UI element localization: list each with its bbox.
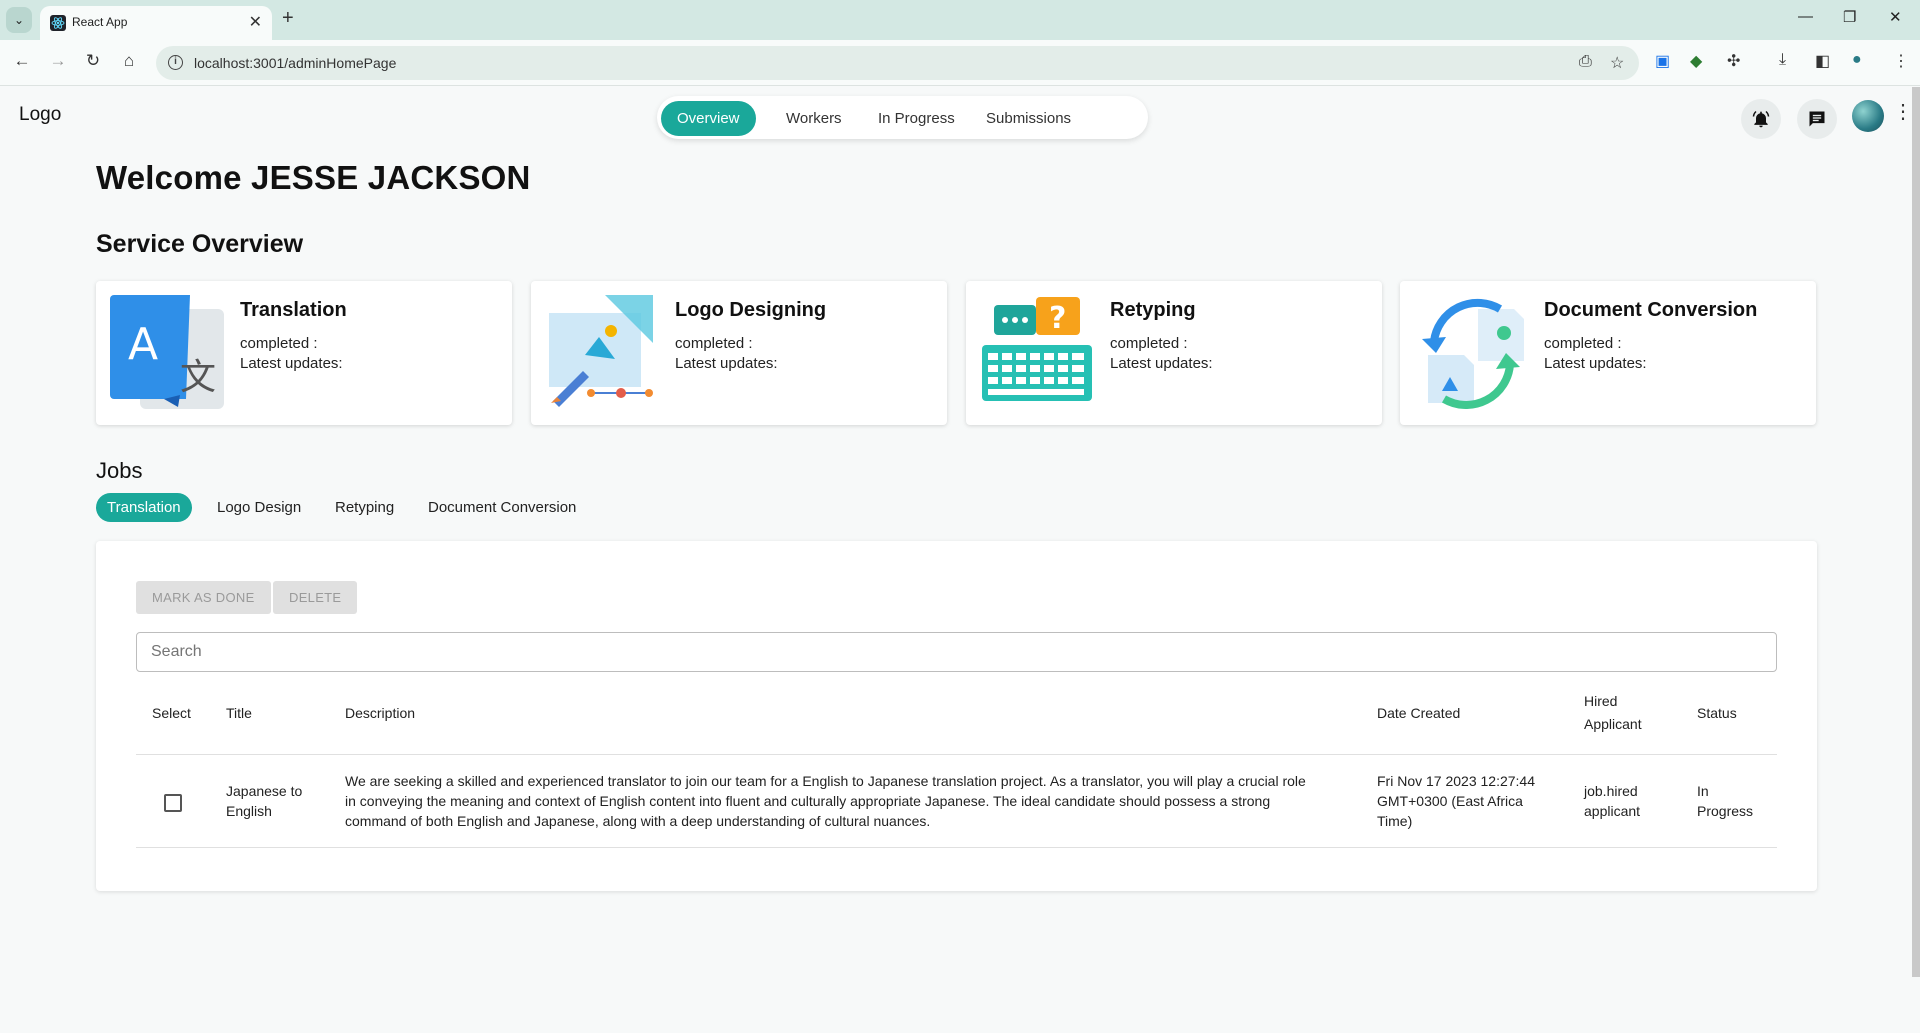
card-title: Retyping: [1110, 299, 1196, 321]
window-close-icon[interactable]: ✕: [1889, 8, 1902, 26]
profile-avatar-icon[interactable]: ●: [1852, 51, 1862, 69]
translate-extension-icon[interactable]: ▣: [1655, 51, 1670, 71]
search-input[interactable]: [136, 632, 1777, 672]
new-tab-button[interactable]: +: [282, 7, 294, 30]
side-panel-icon[interactable]: ◧: [1815, 51, 1830, 71]
url-text[interactable]: localhost:3001/adminHomePage: [194, 55, 396, 71]
job-tab-retyping[interactable]: Retyping: [324, 493, 405, 522]
browser-tab[interactable]: React App ✕: [40, 6, 272, 40]
card-completed: completed :: [1544, 335, 1622, 352]
job-tab-translation[interactable]: Translation: [96, 493, 192, 522]
card-latest-updates: Latest updates:: [1110, 355, 1213, 372]
svg-text:?: ?: [1049, 301, 1066, 336]
row-title-line1: Japanese to: [226, 783, 303, 799]
messages-button[interactable]: [1797, 99, 1837, 139]
row-date-line2: GMT+0300 (East Africa: [1377, 793, 1523, 809]
more-options-icon[interactable]: ⋮: [1893, 99, 1913, 124]
row-divider: [136, 847, 1777, 848]
card-title: Translation: [240, 299, 347, 321]
extension-globe-icon[interactable]: ◆: [1690, 51, 1702, 71]
row-status-line1: In: [1697, 783, 1709, 799]
nav-overview[interactable]: Overview: [661, 101, 756, 136]
row-description-line2: in conveying the meaning and context of …: [345, 793, 1271, 809]
bell-icon: [1752, 110, 1770, 128]
row-date-line3: Time): [1377, 813, 1413, 829]
reload-icon[interactable]: ↻: [82, 51, 104, 71]
tab-title: React App: [72, 15, 128, 29]
tab-search-chevron-icon[interactable]: ⌄: [6, 7, 32, 33]
react-icon: [50, 15, 66, 31]
card-latest-updates: Latest updates:: [1544, 355, 1647, 372]
column-header-hired-line1[interactable]: Hired: [1584, 690, 1617, 712]
row-hired-line1: job.hired: [1584, 783, 1638, 799]
card-title: Logo Designing: [675, 299, 827, 321]
row-description-line3: command of both English and Japanese, al…: [345, 813, 931, 829]
service-card-retyping[interactable]: ? Retyping completed : Latest updates:: [966, 281, 1382, 425]
service-card-logo-designing[interactable]: Logo Designing completed : Latest update…: [531, 281, 947, 425]
service-card-document-conversion[interactable]: Document Conversion completed : Latest u…: [1400, 281, 1816, 425]
row-hired-line2: applicant: [1584, 803, 1641, 819]
column-header-hired-line2[interactable]: Applicant: [1584, 713, 1642, 735]
column-header-description[interactable]: Description: [345, 702, 415, 724]
column-header-date-created[interactable]: Date Created: [1377, 702, 1460, 724]
user-avatar[interactable]: [1852, 100, 1884, 132]
row-description-line1: We are seeking a skilled and experienced…: [345, 773, 1306, 789]
install-app-icon[interactable]: ⎙: [1579, 53, 1592, 71]
app-logo[interactable]: Logo: [19, 104, 61, 126]
minimize-icon[interactable]: —: [1798, 8, 1813, 25]
mark-as-done-button[interactable]: MARK AS DONE: [136, 581, 271, 614]
row-select-checkbox[interactable]: [164, 794, 182, 812]
app-root: Logo Overview Workers In Progress Submis…: [0, 87, 1920, 1033]
job-tab-document-conversion[interactable]: Document Conversion: [417, 493, 587, 522]
card-completed: completed :: [675, 335, 753, 352]
nav-in-progress[interactable]: In Progress: [862, 101, 971, 136]
service-overview-title: Service Overview: [96, 230, 304, 258]
browser-menu-icon[interactable]: ⋮: [1893, 51, 1909, 71]
downloads-icon[interactable]: ⤓: [1779, 51, 1786, 69]
translation-icon: A 文: [110, 295, 224, 409]
header-divider: [136, 754, 1777, 755]
card-completed: completed :: [1110, 335, 1188, 352]
card-completed: completed :: [240, 335, 318, 352]
bookmark-star-icon[interactable]: ☆: [1610, 53, 1624, 73]
service-card-translation[interactable]: A 文 Translation completed : Latest updat…: [96, 281, 512, 425]
row-title-line2: English: [226, 803, 272, 819]
browser-tabbar: ⌄ React App ✕ + — ❐ ✕: [0, 0, 1920, 40]
card-latest-updates: Latest updates:: [675, 355, 778, 372]
welcome-heading: Welcome JESSE JACKSON: [96, 159, 531, 196]
job-tab-logo-design[interactable]: Logo Design: [206, 493, 312, 522]
extensions-puzzle-icon[interactable]: ✣: [1727, 51, 1740, 71]
forward-arrow-icon[interactable]: →: [47, 51, 69, 71]
card-title: Document Conversion: [1544, 299, 1758, 321]
nav-workers[interactable]: Workers: [770, 101, 858, 136]
keyboard-chat-icon: ?: [982, 297, 1092, 401]
close-tab-icon[interactable]: ✕: [249, 12, 262, 32]
nav-submissions[interactable]: Submissions: [970, 101, 1087, 136]
site-info-icon[interactable]: i: [168, 55, 183, 70]
page-scrollbar[interactable]: [1912, 87, 1920, 977]
row-status-line2: Progress: [1697, 803, 1754, 819]
notifications-button[interactable]: [1741, 99, 1781, 139]
jobs-title: Jobs: [96, 458, 143, 483]
row-date-line1: Fri Nov 17 2023 12:27:44: [1377, 773, 1535, 789]
svg-text:文: 文: [180, 357, 216, 398]
delete-button[interactable]: DELETE: [273, 581, 358, 614]
address-bar[interactable]: i localhost:3001/adminHomePage ⎙ ☆: [156, 46, 1639, 80]
jobs-panel: MARK AS DONE DELETE Select Title Descrip…: [96, 541, 1817, 891]
logo-design-icon: [549, 295, 653, 407]
column-header-select[interactable]: Select: [152, 702, 191, 724]
column-header-status[interactable]: Status: [1697, 702, 1737, 724]
chat-icon: [1809, 111, 1825, 127]
svg-text:A: A: [128, 319, 158, 370]
column-header-title[interactable]: Title: [226, 702, 252, 724]
restore-icon[interactable]: ❐: [1843, 8, 1856, 26]
main-nav: Overview Workers In Progress Submissions: [657, 96, 1148, 139]
document-conversion-icon: [1422, 298, 1524, 409]
card-latest-updates: Latest updates:: [240, 355, 343, 372]
back-arrow-icon[interactable]: ←: [11, 51, 33, 71]
browser-toolbar: ← → ↻ ⌂ i localhost:3001/adminHomePage ⎙…: [0, 40, 1920, 86]
home-icon[interactable]: ⌂: [118, 51, 140, 71]
